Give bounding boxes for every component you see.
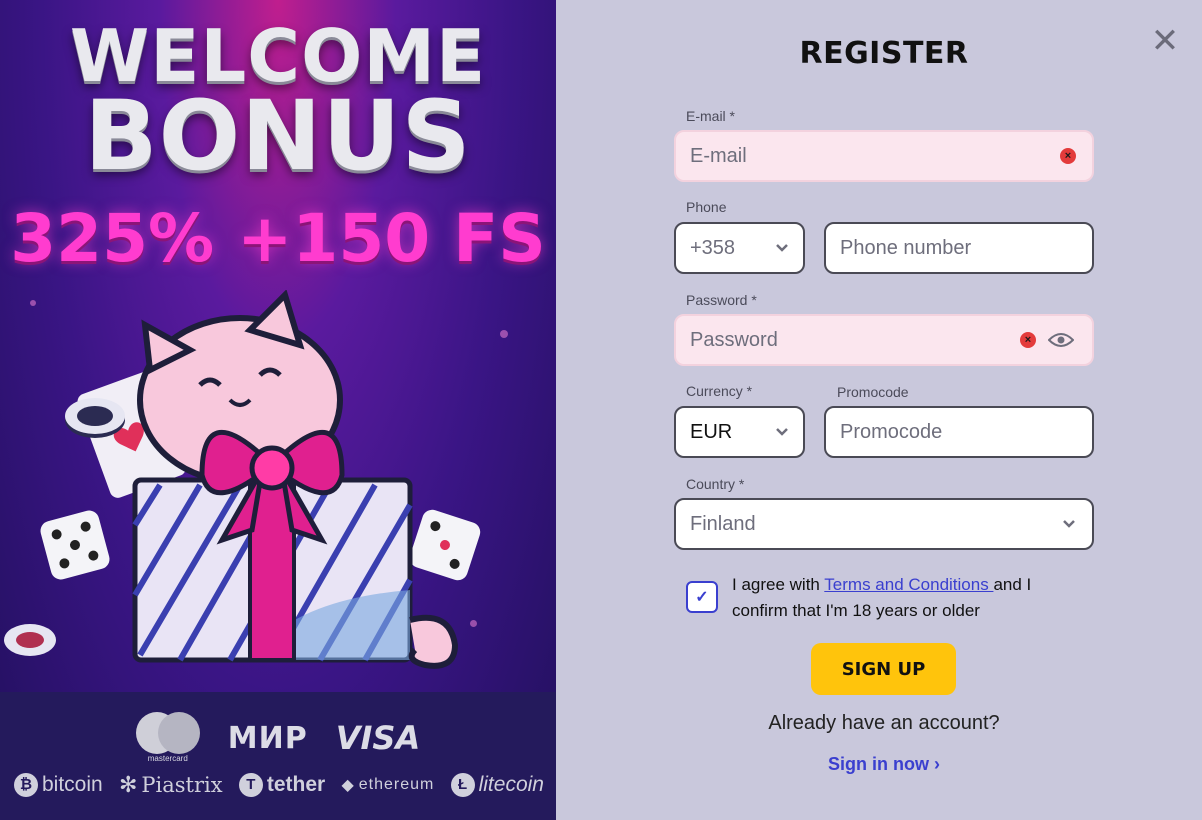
mastercard-logo: mastercard — [135, 712, 200, 764]
cat-gift-illustration — [4, 290, 481, 669]
page-title: REGISTER — [799, 36, 969, 71]
email-field[interactable]: E-mail × — [674, 130, 1094, 182]
already-account-text: Already have an account? — [768, 712, 1000, 734]
promocode-label: Promocode — [837, 384, 909, 400]
visa-logo: VISA — [335, 719, 421, 757]
password-placeholder: Password — [690, 328, 778, 351]
email-placeholder: E-mail — [690, 144, 747, 167]
email-label: E-mail * — [686, 108, 736, 124]
phone-number-input[interactable]: Phone number — [824, 222, 1094, 274]
sign-in-link[interactable]: Sign in now › — [556, 754, 1202, 775]
terms-checkbox[interactable]: ✓ — [686, 581, 718, 613]
ethereum-logo: ◆ ethereum — [341, 776, 435, 794]
country-select[interactable]: Finland — [674, 498, 1094, 550]
piastrix-logo: ✻ Piastrix — [118, 772, 223, 797]
chevron-down-icon — [776, 428, 788, 436]
promocode-placeholder: Promocode — [840, 420, 943, 443]
chevron-down-icon — [1063, 520, 1075, 528]
error-icon: × — [1020, 332, 1036, 348]
register-form-panel: ✕ REGISTER E-mail * E-mail × Phone +358 … — [556, 0, 1202, 820]
litecoin-icon: Ł — [450, 773, 475, 797]
promocode-input[interactable]: Promocode — [824, 406, 1094, 458]
promo-offer: 325% +150 FS — [10, 200, 546, 277]
ethereum-icon: ◆ — [341, 777, 355, 794]
chevron-down-icon — [776, 244, 788, 252]
country-value: Finland — [690, 512, 756, 535]
password-field[interactable]: Password × — [674, 314, 1094, 366]
phone-code-value: +358 — [690, 236, 736, 259]
promo-title-bonus: BONUS — [84, 80, 472, 192]
chevron-right-icon: › — [934, 754, 940, 774]
sign-up-button[interactable]: SIGN UP — [811, 643, 956, 695]
phone-label: Phone — [686, 199, 727, 215]
tether-logo: Ttether — [238, 773, 325, 797]
litecoin-logo: Łlitecoin — [450, 773, 544, 797]
terms-link[interactable]: Terms and Conditions — [824, 575, 993, 594]
tether-icon: T — [238, 773, 263, 797]
country-label: Country * — [686, 476, 745, 492]
error-icon: × — [1060, 148, 1076, 164]
eye-icon[interactable] — [1048, 332, 1074, 348]
bitcoin-icon: ₿ — [14, 773, 38, 797]
password-label: Password * — [686, 292, 757, 308]
currency-value: EUR — [690, 420, 733, 443]
currency-label: Currency * — [686, 383, 753, 399]
mir-logo: МИР — [227, 720, 308, 756]
payment-methods: mastercard МИР VISA ₿ bitcoin ✻ Piastrix T… — [0, 692, 556, 820]
phone-placeholder: Phone number — [840, 236, 972, 259]
piastrix-icon: ✻ — [118, 772, 138, 797]
check-icon: ✓ — [695, 589, 709, 606]
bitcoin-logo: ₿ bitcoin — [14, 773, 103, 797]
promo-banner: WELCOME BONUS 325% +150 FS mastercard МИ… — [0, 0, 556, 820]
terms-text: I agree with Terms and Conditions and I … — [732, 575, 1032, 620]
currency-select[interactable]: EUR — [674, 406, 805, 458]
phone-code-select[interactable]: +358 — [674, 222, 805, 274]
